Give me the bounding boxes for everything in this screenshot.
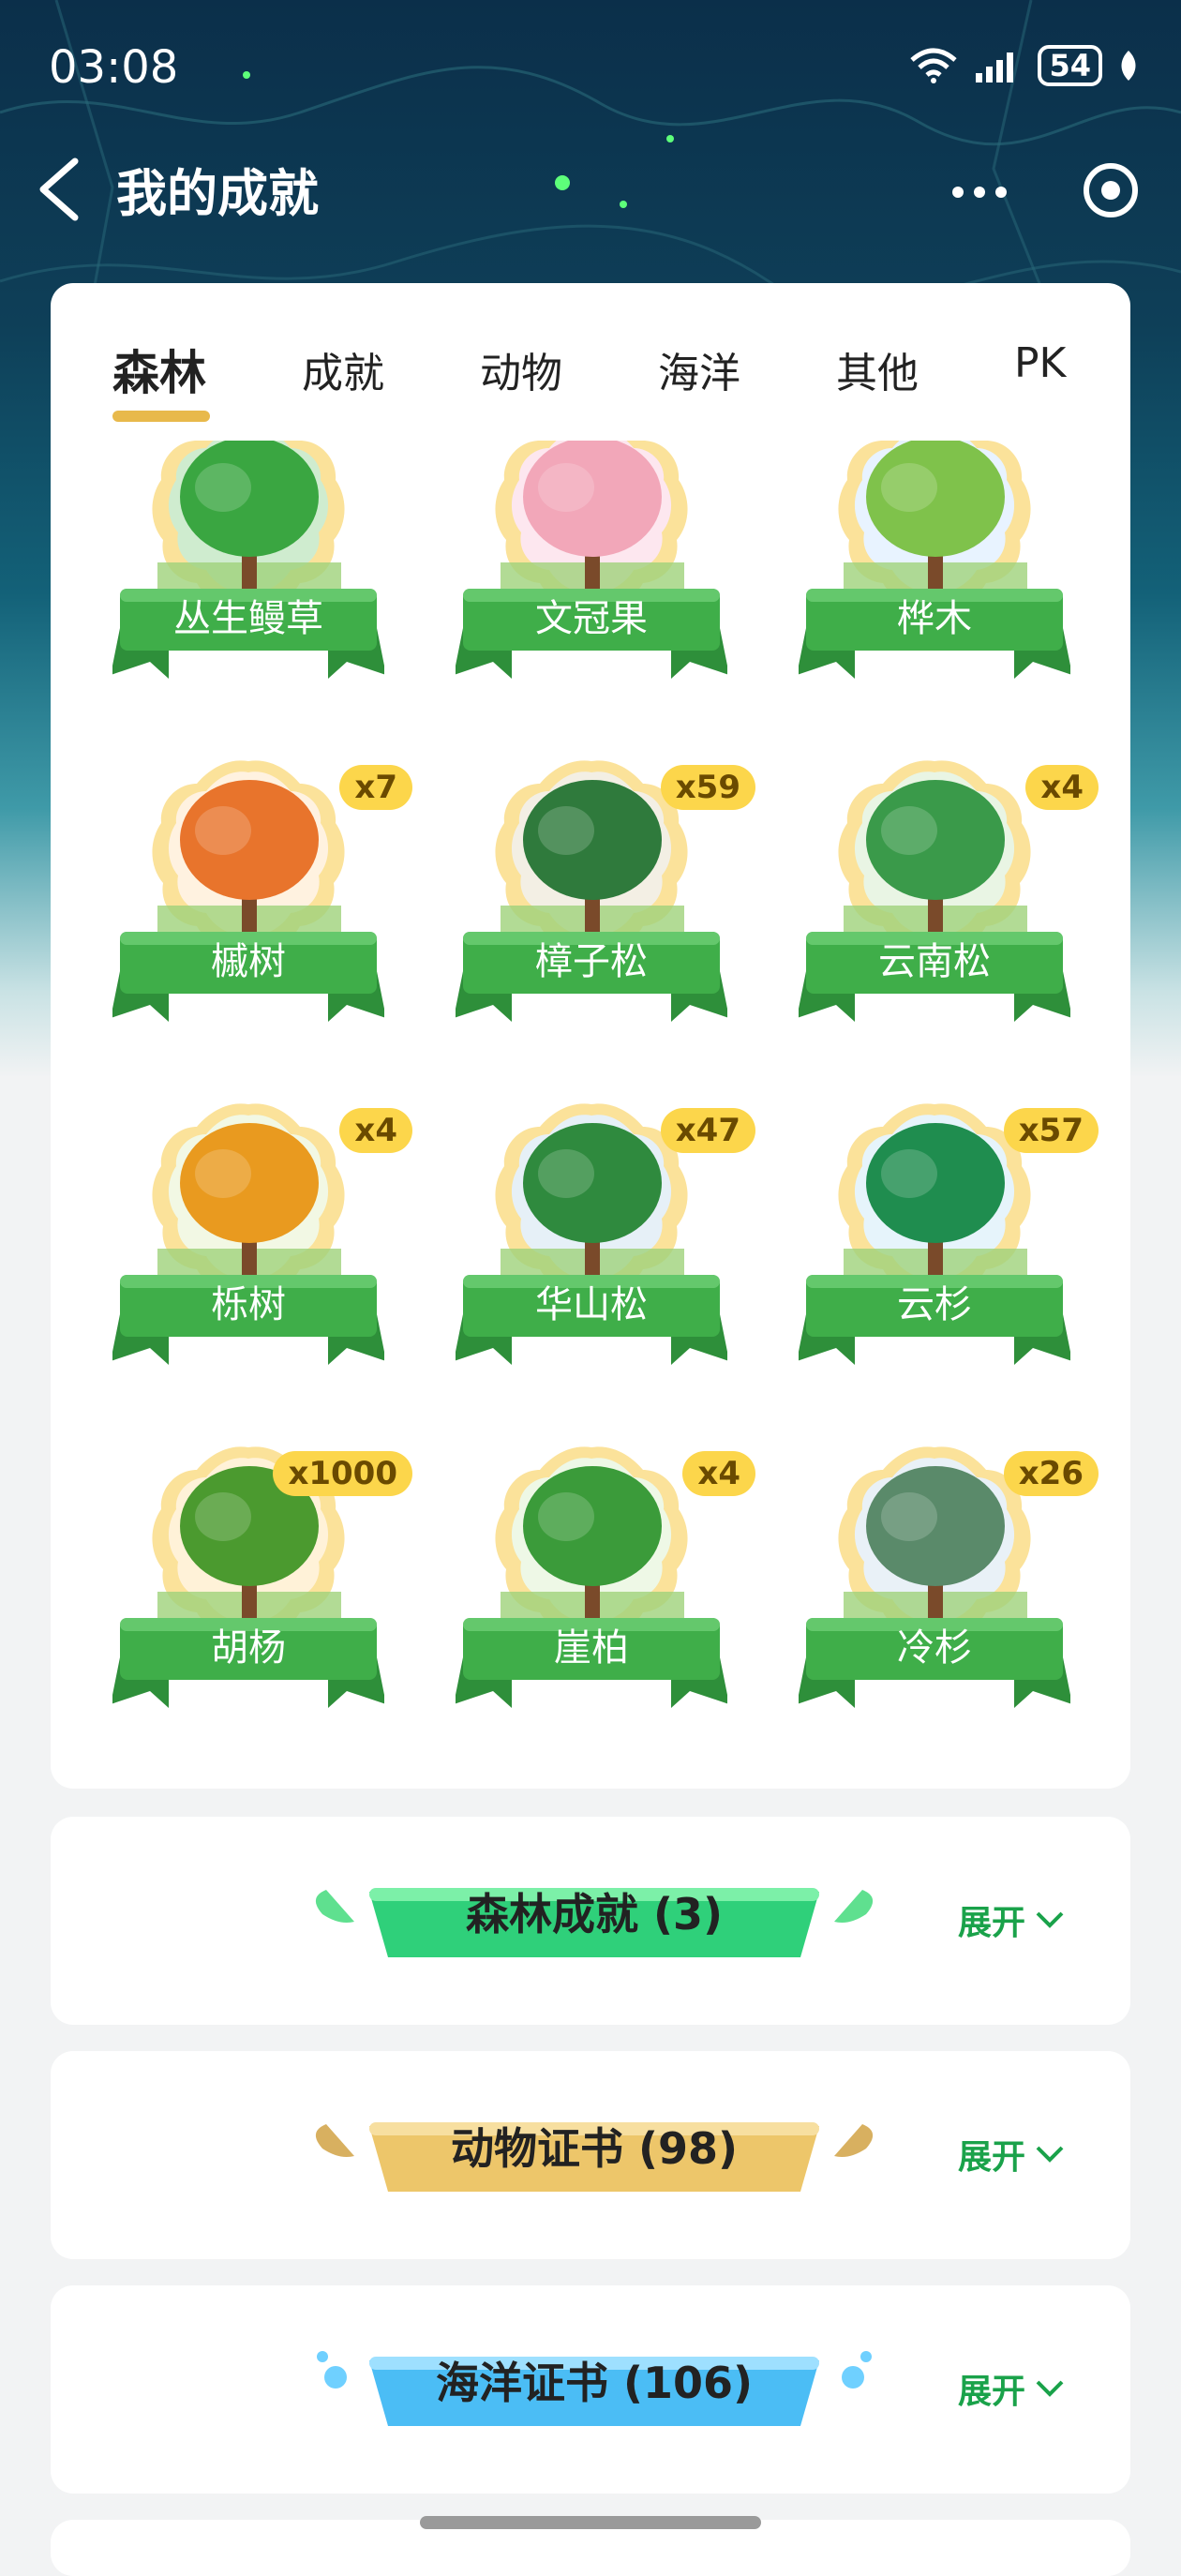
tab-forest[interactable]: 森林 bbox=[112, 336, 206, 403]
status-icons: 54 bbox=[908, 45, 1140, 86]
tree-item[interactable]: 崖柏 x4 bbox=[456, 1442, 755, 1714]
tree-grid: 丛生鳗草 文冠果 桦木槭树 x7 樟子松 x59 云南松 x4 栎树 x4 华山松 x47 云杉 x57 胡… bbox=[51, 441, 1130, 1772]
count-badge: x4 bbox=[1025, 765, 1099, 810]
active-tab-indicator bbox=[112, 411, 210, 422]
expand-label: 展开 bbox=[957, 2138, 1025, 2177]
leaf-icon bbox=[1121, 51, 1136, 81]
tree-name: 樟子松 bbox=[535, 940, 648, 983]
tree-item[interactable]: 桦木 bbox=[799, 441, 1080, 684]
tree-name: 云南松 bbox=[878, 940, 991, 983]
tree-name: 崖柏 bbox=[554, 1626, 629, 1670]
tree-item[interactable]: 云南松 x4 bbox=[799, 756, 1099, 1027]
chevron-down-icon bbox=[1036, 2146, 1064, 2163]
count-badge: x57 bbox=[1003, 1108, 1099, 1153]
ocean-certificate-section: 海洋证书 (106) 展开 bbox=[51, 2285, 1130, 2494]
count-badge: x4 bbox=[682, 1451, 755, 1496]
chevron-down-icon bbox=[1036, 1911, 1064, 1928]
count-badge: x47 bbox=[660, 1108, 755, 1153]
category-tabs: 森林 成就 动物 海洋 其他 PK bbox=[51, 283, 1130, 429]
count-badge: x1000 bbox=[273, 1451, 412, 1496]
tree-item[interactable]: 丛生鳗草 bbox=[112, 441, 394, 684]
tree-item[interactable]: 胡杨 x1000 bbox=[112, 1442, 412, 1714]
home-indicator bbox=[420, 2516, 761, 2529]
expand-button[interactable]: 展开 bbox=[958, 1895, 1065, 1944]
expand-button[interactable]: 展开 bbox=[958, 2130, 1065, 2179]
battery-indicator: 54 bbox=[1038, 45, 1102, 86]
expand-label: 展开 bbox=[957, 2373, 1025, 2411]
page-title: 我的成就 bbox=[116, 164, 319, 223]
chevron-down-icon bbox=[1036, 2380, 1064, 2397]
tab-achievement[interactable]: 成就 bbox=[302, 339, 384, 399]
count-badge: x4 bbox=[339, 1108, 412, 1153]
signal-icon bbox=[976, 52, 1014, 82]
more-icon[interactable] bbox=[928, 169, 1031, 216]
section-title: 海洋证书 (106) bbox=[435, 2358, 754, 2408]
animal-certificate-section: 动物证书 (98) 展开 bbox=[51, 2051, 1130, 2259]
expand-label: 展开 bbox=[957, 1904, 1025, 1942]
tree-item[interactable]: 华山松 x47 bbox=[456, 1099, 755, 1370]
tree-name: 栎树 bbox=[211, 1283, 286, 1326]
tree-item[interactable]: 樟子松 x59 bbox=[456, 756, 755, 1027]
tree-item[interactable]: 冷杉 x26 bbox=[799, 1442, 1099, 1714]
tree-name: 胡杨 bbox=[211, 1626, 286, 1670]
count-badge: x7 bbox=[339, 765, 412, 810]
section-title: 森林成就 (3) bbox=[465, 1889, 724, 1939]
count-badge: x26 bbox=[1003, 1451, 1099, 1496]
clock: 03:08 bbox=[49, 41, 179, 94]
status-bar: 03:08 54 bbox=[0, 0, 1181, 141]
expand-button[interactable]: 展开 bbox=[958, 2364, 1065, 2413]
close-miniprogram-icon[interactable] bbox=[1078, 157, 1144, 223]
tree-name: 华山松 bbox=[535, 1283, 648, 1326]
tree-name: 桦木 bbox=[897, 597, 972, 640]
tab-animal[interactable]: 动物 bbox=[480, 339, 562, 399]
tree-item[interactable]: 槭树 x7 bbox=[112, 756, 412, 1027]
tree-name: 冷杉 bbox=[897, 1626, 972, 1670]
tree-name: 云杉 bbox=[897, 1283, 972, 1326]
tree-name: 槭树 bbox=[211, 940, 286, 983]
nav-bar: 我的成就 bbox=[0, 141, 1181, 234]
tree-item[interactable]: 文冠果 bbox=[456, 441, 737, 684]
tree-item[interactable]: 栎树 x4 bbox=[112, 1099, 412, 1370]
collection-card: 森林 成就 动物 海洋 其他 PK 丛生鳗草 文冠果 桦木槭树 x7 樟子松 x59 云南松… bbox=[51, 283, 1130, 1789]
count-badge: x59 bbox=[660, 765, 755, 810]
tree-item[interactable]: 云杉 x57 bbox=[799, 1099, 1099, 1370]
forest-achievement-section: 森林成就 (3) 展开 bbox=[51, 1817, 1130, 2025]
tree-name: 丛生鳗草 bbox=[173, 597, 323, 640]
tab-ocean[interactable]: 海洋 bbox=[658, 339, 740, 399]
wifi-icon bbox=[910, 48, 958, 83]
tree-name: 文冠果 bbox=[535, 597, 648, 640]
tab-other[interactable]: 其他 bbox=[836, 339, 919, 399]
tab-pk[interactable]: PK bbox=[1014, 339, 1066, 387]
back-icon[interactable] bbox=[34, 156, 90, 223]
section-title: 动物证书 (98) bbox=[450, 2123, 739, 2174]
